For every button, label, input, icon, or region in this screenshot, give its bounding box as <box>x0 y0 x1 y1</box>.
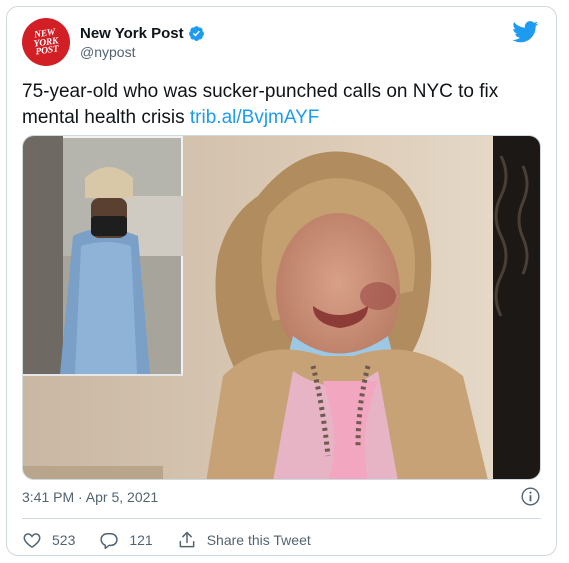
tweet-text: 75-year-old who was sucker-punched calls… <box>22 79 542 131</box>
inset-photo <box>23 136 183 376</box>
share-icon <box>179 531 195 548</box>
account-handle[interactable]: @nypost <box>80 44 135 60</box>
avatar[interactable]: NEW YORK POST <box>22 18 70 66</box>
tweet-timestamp[interactable]: 3:41 PM · Apr 5, 2021 <box>22 489 158 505</box>
share-button[interactable]: Share this Tweet <box>177 530 311 550</box>
reply-count: 121 <box>129 532 153 548</box>
reply-icon <box>100 533 119 550</box>
verified-badge-icon <box>188 26 204 41</box>
info-icon[interactable] <box>520 486 541 507</box>
account-name-row[interactable]: New York Post <box>80 25 205 42</box>
account-name[interactable]: New York Post <box>80 25 184 42</box>
tweet-link[interactable]: trib.al/BvjmAYF <box>190 107 320 128</box>
heart-icon <box>23 533 41 548</box>
divider <box>22 518 541 519</box>
logo-text: NEW YORK POST <box>33 27 60 58</box>
photo-illustration <box>23 136 540 479</box>
twitter-bird-icon[interactable] <box>512 21 539 43</box>
tweet-photo[interactable] <box>22 135 541 480</box>
like-count: 523 <box>52 532 76 548</box>
reply-button[interactable]: 121 <box>99 530 153 550</box>
tweet-card[interactable]: NEW YORK POST New York Post @nypost 75-y… <box>6 6 557 556</box>
tweet-actions: 523 121 Share this Tweet <box>22 528 335 552</box>
like-button[interactable]: 523 <box>22 530 75 550</box>
share-label: Share this Tweet <box>206 532 311 548</box>
